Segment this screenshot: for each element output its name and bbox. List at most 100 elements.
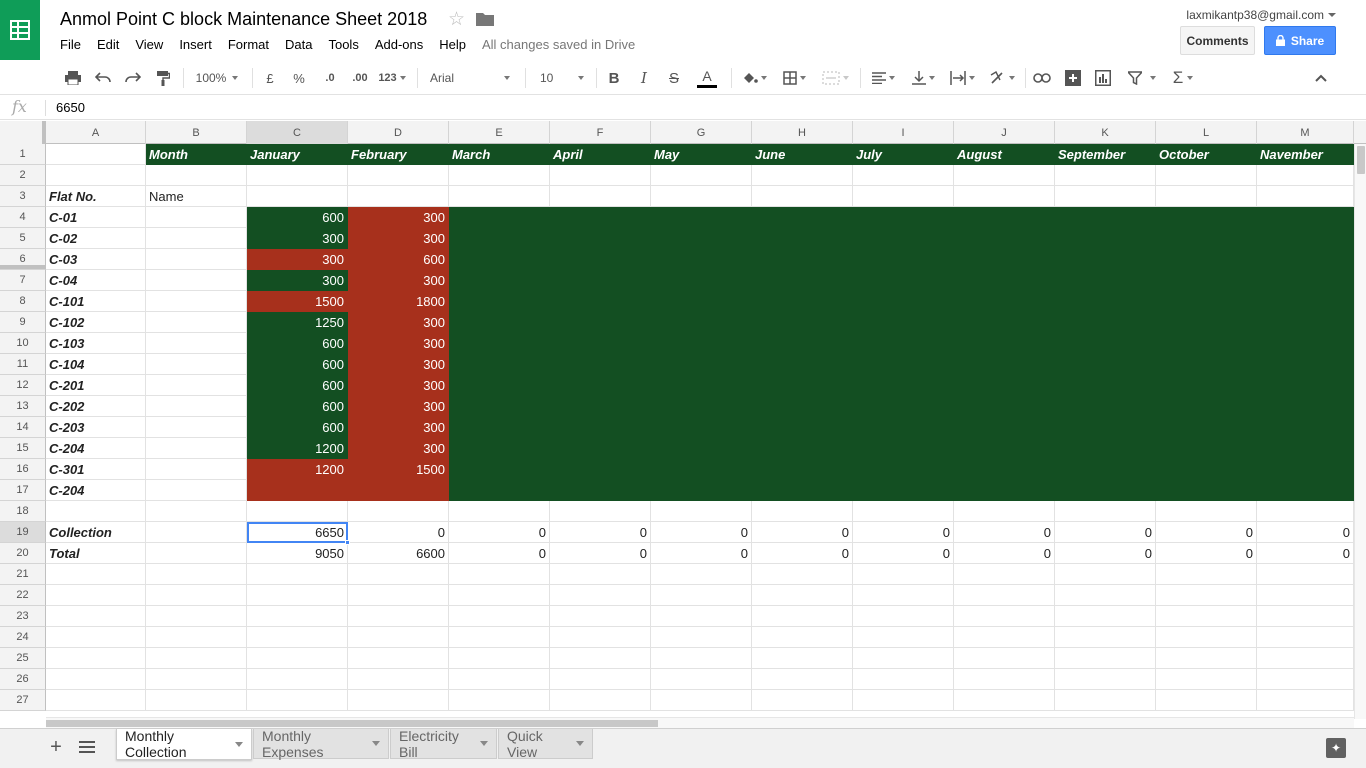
cell-d4[interactable]: 300 xyxy=(348,207,449,228)
cell-k3[interactable] xyxy=(1055,186,1156,207)
cell-a11[interactable]: C-104 xyxy=(46,354,146,375)
cell-k6[interactable] xyxy=(1055,249,1156,270)
row-header[interactable]: 7 xyxy=(0,270,46,291)
row-header[interactable]: 26 xyxy=(0,669,46,690)
cell-c15[interactable]: 1200 xyxy=(247,438,348,459)
row-header[interactable]: 3 xyxy=(0,186,46,207)
cell-e8[interactable] xyxy=(449,291,550,312)
cell-j27[interactable] xyxy=(954,690,1055,711)
cell-l25[interactable] xyxy=(1156,648,1257,669)
row-header[interactable]: 9 xyxy=(0,312,46,333)
cell-b10[interactable] xyxy=(146,333,247,354)
cell-g18[interactable] xyxy=(651,501,752,522)
cell-f4[interactable] xyxy=(550,207,651,228)
cell-k13[interactable] xyxy=(1055,396,1156,417)
cell-c12[interactable]: 600 xyxy=(247,375,348,396)
fill-color-button[interactable] xyxy=(737,66,771,90)
cell-a16[interactable]: C-301 xyxy=(46,459,146,480)
cell-f26[interactable] xyxy=(550,669,651,690)
cell-b22[interactable] xyxy=(146,585,247,606)
cell-d26[interactable] xyxy=(348,669,449,690)
menu-add-ons[interactable]: Add-ons xyxy=(367,35,431,54)
cell-j10[interactable] xyxy=(954,333,1055,354)
cell-e15[interactable] xyxy=(449,438,550,459)
cell-l18[interactable] xyxy=(1156,501,1257,522)
document-title[interactable]: Anmol Point C block Maintenance Sheet 20… xyxy=(60,9,427,30)
cell-b4[interactable] xyxy=(146,207,247,228)
cell-b18[interactable] xyxy=(146,501,247,522)
cell-e23[interactable] xyxy=(449,606,550,627)
cell-b17[interactable] xyxy=(146,480,247,501)
cell-d16[interactable]: 1500 xyxy=(348,459,449,480)
cell-h26[interactable] xyxy=(752,669,853,690)
font-size-select[interactable]: 10 xyxy=(534,66,590,90)
cell-f19[interactable]: 0 xyxy=(550,522,651,543)
column-header-e[interactable]: E xyxy=(449,121,550,144)
cell-d27[interactable] xyxy=(348,690,449,711)
cell-m2[interactable] xyxy=(1257,165,1354,186)
cell-m18[interactable] xyxy=(1257,501,1354,522)
text-rotation-button[interactable] xyxy=(985,66,1019,90)
cell-e25[interactable] xyxy=(449,648,550,669)
cell-i16[interactable] xyxy=(853,459,954,480)
cell-m1[interactable]: Navember xyxy=(1257,144,1354,165)
cell-a20[interactable]: Total xyxy=(46,543,146,564)
cell-m3[interactable] xyxy=(1257,186,1354,207)
cell-b7[interactable] xyxy=(146,270,247,291)
cell-l7[interactable] xyxy=(1156,270,1257,291)
cell-a26[interactable] xyxy=(46,669,146,690)
row-header[interactable]: 17 xyxy=(0,480,46,501)
cell-g16[interactable] xyxy=(651,459,752,480)
cell-m13[interactable] xyxy=(1257,396,1354,417)
cell-f7[interactable] xyxy=(550,270,651,291)
cell-l23[interactable] xyxy=(1156,606,1257,627)
cell-i2[interactable] xyxy=(853,165,954,186)
cell-i10[interactable] xyxy=(853,333,954,354)
cell-b12[interactable] xyxy=(146,375,247,396)
cell-a10[interactable]: C-103 xyxy=(46,333,146,354)
cell-a6[interactable]: C-03 xyxy=(46,249,146,270)
row-header[interactable]: 18 xyxy=(0,501,46,522)
menu-insert[interactable]: Insert xyxy=(171,35,220,54)
cell-h25[interactable] xyxy=(752,648,853,669)
cell-f24[interactable] xyxy=(550,627,651,648)
cell-a17[interactable]: C-204 xyxy=(46,480,146,501)
cell-k16[interactable] xyxy=(1055,459,1156,480)
insert-comment-button[interactable] xyxy=(1062,66,1084,90)
cell-d5[interactable]: 300 xyxy=(348,228,449,249)
cell-c4[interactable]: 600 xyxy=(247,207,348,228)
cell-k26[interactable] xyxy=(1055,669,1156,690)
cell-l21[interactable] xyxy=(1156,564,1257,585)
cell-k23[interactable] xyxy=(1055,606,1156,627)
column-header-b[interactable]: B xyxy=(146,121,247,144)
cell-e2[interactable] xyxy=(449,165,550,186)
cell-f16[interactable] xyxy=(550,459,651,480)
cell-a5[interactable]: C-02 xyxy=(46,228,146,249)
cell-g9[interactable] xyxy=(651,312,752,333)
cell-f3[interactable] xyxy=(550,186,651,207)
column-header-i[interactable]: I xyxy=(853,121,954,144)
cell-k25[interactable] xyxy=(1055,648,1156,669)
cell-i27[interactable] xyxy=(853,690,954,711)
cell-i20[interactable]: 0 xyxy=(853,543,954,564)
cell-i17[interactable] xyxy=(853,480,954,501)
cell-a19[interactable]: Collection xyxy=(46,522,146,543)
row-header[interactable]: 14 xyxy=(0,417,46,438)
cell-e22[interactable] xyxy=(449,585,550,606)
insert-chart-button[interactable] xyxy=(1092,66,1114,90)
cell-m5[interactable] xyxy=(1257,228,1354,249)
row-header[interactable]: 23 xyxy=(0,606,46,627)
paint-format-icon[interactable] xyxy=(152,66,174,90)
cell-c24[interactable] xyxy=(247,627,348,648)
cell-g6[interactable] xyxy=(651,249,752,270)
cell-k1[interactable]: September xyxy=(1055,144,1156,165)
cell-e9[interactable] xyxy=(449,312,550,333)
cell-h20[interactable]: 0 xyxy=(752,543,853,564)
cell-c22[interactable] xyxy=(247,585,348,606)
cell-m6[interactable] xyxy=(1257,249,1354,270)
row-header[interactable]: 19 xyxy=(0,522,46,543)
cell-j16[interactable] xyxy=(954,459,1055,480)
cell-a18[interactable] xyxy=(46,501,146,522)
cell-i23[interactable] xyxy=(853,606,954,627)
row-header[interactable]: 11 xyxy=(0,354,46,375)
